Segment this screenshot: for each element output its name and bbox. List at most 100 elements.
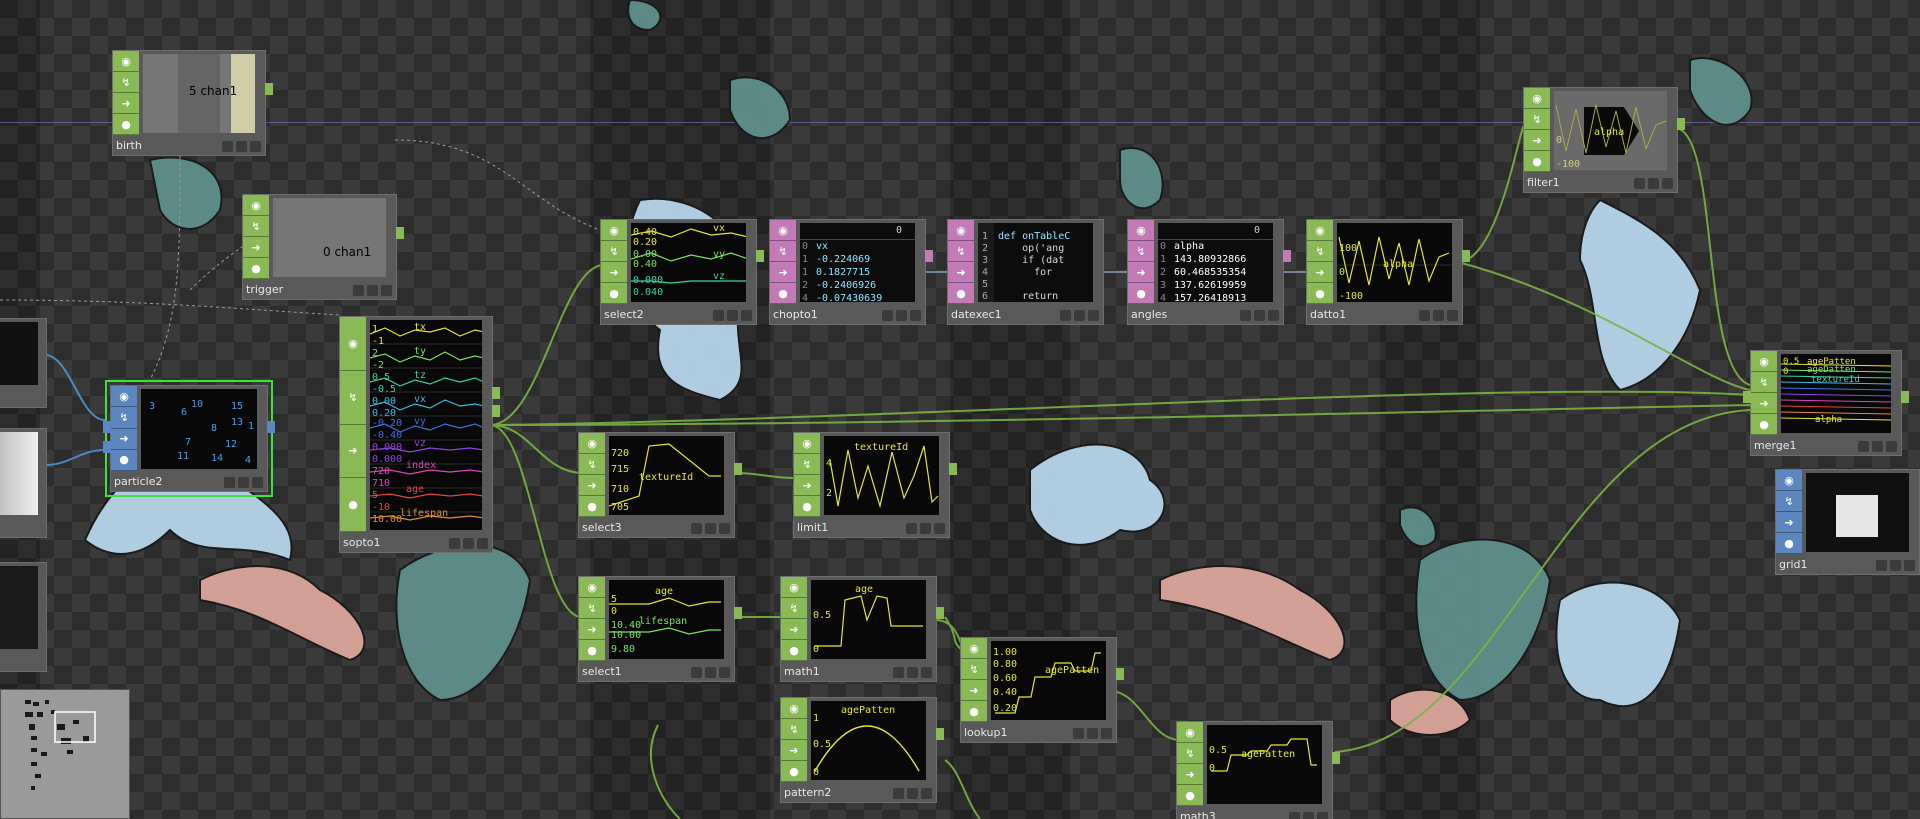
node-pattern2[interactable]: ◉ ↯ ➜ ● agePatten 1 0.5 0 pattern2: [780, 697, 944, 803]
node-sopto1[interactable]: ◉ ↯ ➜ ● tx ty tz vx vy vz index age lifespa…: [339, 316, 500, 553]
viewer-active-icon[interactable]: ◉: [111, 386, 137, 408]
node-flag-button[interactable]: [1634, 178, 1645, 189]
output-connector[interactable]: [1116, 668, 1124, 680]
node-flag-button[interactable]: [367, 285, 378, 296]
node-flag-button[interactable]: [1876, 560, 1887, 571]
bypass-icon[interactable]: ↯: [113, 72, 139, 93]
node-name-label[interactable]: merge1: [1754, 438, 1797, 453]
node-flag-button[interactable]: [1240, 310, 1251, 321]
node-flag-button[interactable]: [1289, 812, 1300, 819]
output-connector[interactable]: [1283, 250, 1291, 262]
node-flag-button[interactable]: [1317, 812, 1328, 819]
node-datexec1[interactable]: ◉ ↯ ➜ ● 1 2 3 4 5 6 def onTableC op('ang if…: [947, 219, 1104, 325]
node-flag-button[interactable]: [236, 141, 247, 152]
viewer-active-icon[interactable]: ◉: [948, 220, 974, 241]
node-flag-button[interactable]: [921, 788, 932, 799]
node-name-label[interactable]: chopto1: [773, 307, 818, 322]
node-network-editor[interactable]: ◉ ↯ ➜ ● 5 chan1 birth ◉ ↯ ➜ ● 0 chan1 trigger …: [0, 0, 1920, 819]
node-flag-button[interactable]: [882, 310, 893, 321]
node-flag-button[interactable]: [713, 310, 724, 321]
output-connector[interactable]: [396, 227, 404, 239]
node-flag-button[interactable]: [719, 523, 730, 534]
node-flag-button[interactable]: [893, 788, 904, 799]
node-name-label[interactable]: lookup1: [964, 725, 1008, 740]
input-connector[interactable]: [103, 441, 111, 453]
node-flag-button[interactable]: [224, 477, 235, 488]
node-datto1[interactable]: ◉ ↯ ➜ ● alpha 100 0 -100 datto1: [1306, 219, 1470, 325]
node-filter1[interactable]: ◉ ↯ ➜ ● alpha 0 -100 filter1: [1523, 87, 1685, 193]
node-angles[interactable]: ◉ ↯ ➜ ● 0 0 alpha 1 143.80932866 2 60.46853…: [1127, 219, 1291, 325]
node-chopto1[interactable]: ◉ ↯ ➜ ● 0 0 vx 1 -0.224069 1 0.1827715 2 -0…: [769, 219, 933, 325]
node-flag-button[interactable]: [1433, 310, 1444, 321]
node-offscreen-top[interactable]: [0, 562, 47, 672]
node-name-label[interactable]: particle2: [114, 474, 163, 489]
node-flag-button[interactable]: [1904, 560, 1915, 571]
node-flag-button[interactable]: [741, 310, 752, 321]
bypass-icon[interactable]: ↯: [1177, 743, 1203, 764]
lock-icon[interactable]: ●: [794, 496, 820, 517]
bypass-icon[interactable]: ↯: [243, 216, 269, 237]
node-flag-button[interactable]: [477, 538, 488, 549]
bypass-icon[interactable]: ↯: [1307, 241, 1333, 262]
node-flag-button[interactable]: [1662, 178, 1673, 189]
viewer-active-icon[interactable]: ◉: [961, 638, 987, 659]
node-flag-button[interactable]: [1886, 441, 1897, 452]
node-flag-button[interactable]: [250, 141, 261, 152]
output-connector[interactable]: [1901, 391, 1909, 403]
node-math1[interactable]: ◉ ↯ ➜ ● age 0.5 0 math1: [780, 576, 944, 682]
node-flag-button[interactable]: [691, 523, 702, 534]
viewer-active-icon[interactable]: ◉: [1307, 220, 1333, 241]
lock-icon[interactable]: ●: [961, 701, 987, 722]
output-connector[interactable]: [936, 607, 944, 619]
node-name-label[interactable]: trigger: [246, 282, 283, 297]
node-flag-button[interactable]: [222, 141, 233, 152]
display-flag-icon[interactable]: ➜: [961, 680, 987, 701]
node-flag-button[interactable]: [934, 523, 945, 534]
node-flag-button[interactable]: [1268, 310, 1279, 321]
node-math3[interactable]: ◉ ↯ ➜ ● agePatten 0.5 0 math3: [1176, 721, 1340, 819]
lock-icon[interactable]: ●: [1177, 785, 1203, 806]
output-connector[interactable]: [756, 250, 764, 262]
viewer-active-icon[interactable]: ◉: [113, 51, 139, 72]
node-name-label[interactable]: filter1: [1527, 175, 1560, 190]
bypass-icon[interactable]: ↯: [781, 598, 807, 619]
output-connector[interactable]: [492, 405, 500, 417]
output-connector[interactable]: [492, 387, 500, 399]
node-offscreen-top[interactable]: [0, 318, 47, 408]
viewer-active-icon[interactable]: ◉: [1751, 351, 1777, 372]
node-grid1[interactable]: ◉ ↯ ➜ ● grid1: [1775, 469, 1920, 575]
viewer-active-icon[interactable]: ◉: [340, 317, 366, 371]
node-name-label[interactable]: sopto1: [343, 535, 381, 550]
viewer-active-icon[interactable]: ◉: [579, 433, 605, 454]
lock-icon[interactable]: ●: [781, 761, 807, 782]
bypass-icon[interactable]: ↯: [1751, 372, 1777, 393]
display-flag-icon[interactable]: ➜: [243, 237, 269, 258]
node-particle2[interactable]: ◉ ↯ ➜ ● 3 10 15 6 13 8 1 7 12 11 14 4 parti…: [103, 380, 275, 497]
input-connector[interactable]: [1743, 391, 1751, 403]
node-flag-button[interactable]: [1088, 310, 1099, 321]
node-name-label[interactable]: select3: [582, 520, 622, 535]
lock-icon[interactable]: ●: [1776, 533, 1802, 554]
lock-icon[interactable]: ●: [1307, 283, 1333, 304]
lock-icon[interactable]: ●: [770, 283, 796, 304]
node-flag-button[interactable]: [705, 667, 716, 678]
node-flag-button[interactable]: [906, 523, 917, 534]
node-flag-button[interactable]: [353, 285, 364, 296]
node-flag-button[interactable]: [1648, 178, 1659, 189]
display-flag-icon[interactable]: ➜: [1128, 262, 1154, 283]
display-flag-icon[interactable]: ➜: [1524, 130, 1550, 151]
bypass-icon[interactable]: ↯: [601, 241, 627, 262]
display-flag-icon[interactable]: ➜: [579, 475, 605, 496]
viewer-active-icon[interactable]: ◉: [579, 577, 605, 598]
output-connector[interactable]: [1462, 250, 1470, 262]
lock-icon[interactable]: ●: [243, 258, 269, 279]
node-flag-button[interactable]: [1087, 728, 1098, 739]
node-flag-button[interactable]: [381, 285, 392, 296]
bypass-icon[interactable]: ↯: [340, 370, 366, 425]
lock-icon[interactable]: ●: [340, 478, 366, 532]
node-flag-button[interactable]: [1254, 310, 1265, 321]
viewer-active-icon[interactable]: ◉: [1177, 722, 1203, 743]
output-connector[interactable]: [734, 463, 742, 475]
display-flag-icon[interactable]: ➜: [794, 475, 820, 496]
node-flag-button[interactable]: [1101, 728, 1112, 739]
